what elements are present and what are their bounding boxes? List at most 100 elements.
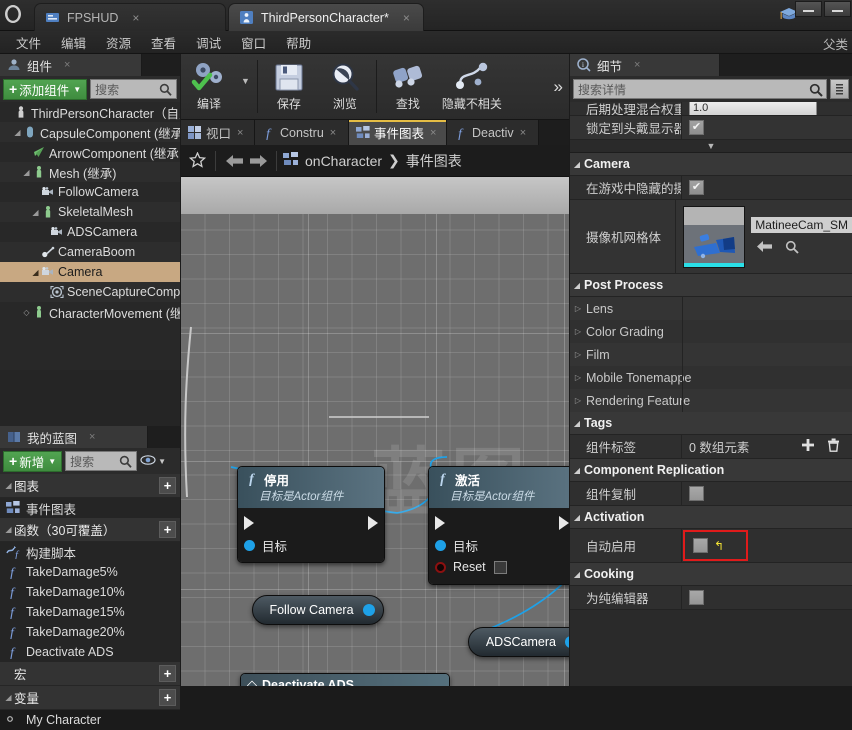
component-tree-item[interactable]: ADSCamera xyxy=(0,222,180,242)
details-category-post-process[interactable]: ◢ Post Process xyxy=(570,274,852,297)
target-input-pin[interactable] xyxy=(435,539,446,551)
add-component-button[interactable]: + 添加组件 ▼ xyxy=(3,78,88,100)
details-category-camera[interactable]: ◢ Camera xyxy=(570,153,852,176)
details-subcategory-color-grading[interactable]: ▷ Color Grading xyxy=(570,320,852,343)
browse-icon[interactable] xyxy=(785,240,799,257)
matinee-camera-thumbnail[interactable] xyxy=(683,205,746,268)
collapse-section-button[interactable]: ▼ xyxy=(570,140,852,153)
graph-node-activate[interactable]: f 激活 目标是Actor组件 目标 Reset xyxy=(428,466,569,585)
component-tree-item[interactable]: ◢ SkeletalMesh xyxy=(0,202,180,222)
expand-arrow-icon[interactable]: ▷ xyxy=(570,396,586,405)
close-icon[interactable]: × xyxy=(64,59,70,71)
my-blueprint-item[interactable]: 事件图表 xyxy=(0,498,180,518)
back-arrow-icon[interactable] xyxy=(222,149,246,173)
property-value[interactable] xyxy=(682,590,852,605)
component-tree-item[interactable]: SceneCaptureCompon xyxy=(0,282,180,302)
checkbox[interactable]: ✔ xyxy=(689,180,704,195)
expand-arrow-icon[interactable]: ▷ xyxy=(570,373,586,382)
my-blueprint-item[interactable]: f Deactivate ADS xyxy=(0,642,180,662)
expand-arrow-icon[interactable]: ◢ xyxy=(3,693,14,702)
app-tab-fpshud[interactable]: FPSHUD × xyxy=(34,3,226,31)
toolbar-save-button[interactable]: 保存 xyxy=(261,54,317,119)
graph-tab-事件图表[interactable]: 事件图表 × xyxy=(349,120,447,145)
toolbar-browse-button[interactable]: 浏览 xyxy=(317,54,373,119)
forward-arrow-icon[interactable] xyxy=(246,149,270,173)
close-icon[interactable]: × xyxy=(520,127,526,139)
details-category-cooking[interactable]: ◢ Cooking xyxy=(570,563,852,586)
target-input-pin[interactable] xyxy=(244,539,255,551)
close-icon[interactable]: × xyxy=(430,127,436,139)
expand-arrow-icon[interactable]: ▷ xyxy=(570,327,586,336)
add-element-icon[interactable] xyxy=(801,438,815,455)
visibility-filter-button[interactable]: ▼ xyxy=(140,454,166,469)
graph-tab-视口[interactable]: 视口 × xyxy=(181,120,255,145)
asset-name[interactable]: MatineeCam_SM xyxy=(751,216,852,233)
details-search-input[interactable]: 搜索详情 xyxy=(573,79,827,99)
reset-input-pin[interactable] xyxy=(435,561,446,573)
property-value[interactable]: 1.0 xyxy=(682,102,852,115)
expand-arrow-icon[interactable]: ◢ xyxy=(30,268,41,277)
menu-file[interactable]: 文件 xyxy=(6,31,51,54)
graph-tab-Constru[interactable]: f Constru × xyxy=(255,120,349,145)
add-item-button[interactable]: + xyxy=(159,477,176,494)
close-icon[interactable]: × xyxy=(403,11,410,25)
details-subcategory-rendering-feature[interactable]: ▷ Rendering Feature xyxy=(570,389,852,412)
expand-arrow-icon[interactable]: ◢ xyxy=(30,208,41,217)
maximize-button[interactable] xyxy=(824,1,851,17)
component-tree-item[interactable]: ◢ Mesh (继承) xyxy=(0,162,180,182)
close-icon[interactable]: × xyxy=(634,59,640,71)
close-icon[interactable]: × xyxy=(237,127,243,139)
breadcrumb-part-0[interactable]: onCharacter xyxy=(305,153,382,169)
my-blueprint-section-header[interactable]: ◢ 图表 + xyxy=(0,474,180,498)
toolbar-hide-unrelated-button[interactable]: 隐藏不相关 xyxy=(436,54,508,119)
add-item-button[interactable]: + xyxy=(159,665,176,682)
close-icon[interactable]: × xyxy=(330,127,336,139)
add-new-button[interactable]: + 新增 ▼ xyxy=(3,450,63,472)
component-tree-item[interactable]: ◢ CapsuleComponent (继承 xyxy=(0,122,180,142)
graph-node-ads-camera[interactable]: ADSCamera xyxy=(468,627,569,657)
expand-arrow-icon[interactable]: ◢ xyxy=(570,281,584,290)
property-value[interactable]: 0 数组元素 xyxy=(682,437,852,456)
checkbox[interactable]: ✔ xyxy=(689,120,704,135)
add-item-button[interactable]: + xyxy=(159,689,176,706)
node-exec-pins[interactable] xyxy=(238,512,384,534)
components-tree[interactable]: ThirdPersonCharacter（自身 ◢ CapsuleComponent… xyxy=(0,102,180,370)
menu-view[interactable]: 查看 xyxy=(141,31,186,54)
my-blueprint-item[interactable]: f TakeDamage10% xyxy=(0,582,180,602)
my-blueprint-section-header[interactable]: 宏 + xyxy=(0,662,180,686)
details-subcategory-lens[interactable]: ▷ Lens xyxy=(570,297,852,320)
expand-arrow-icon[interactable]: ◢ xyxy=(12,128,23,137)
checkbox[interactable] xyxy=(689,486,704,501)
my-blueprint-item[interactable]: My Character xyxy=(0,710,180,730)
menu-asset[interactable]: 资源 xyxy=(96,31,141,54)
node-reset-pin-row[interactable]: Reset xyxy=(429,556,569,578)
my-blueprint-search-input[interactable]: 搜索 xyxy=(65,451,138,471)
back-arrow-icon[interactable] xyxy=(757,240,773,257)
my-blueprint-item[interactable]: f TakeDamage20% xyxy=(0,622,180,642)
tab-details[interactable]: i 细节 × xyxy=(570,54,720,76)
close-icon[interactable]: × xyxy=(89,431,95,443)
expand-arrow-icon[interactable]: ◢ xyxy=(3,525,14,534)
numeric-input[interactable]: 1.0 xyxy=(689,102,817,115)
my-blueprint-section-header[interactable]: ◢ 变量 + xyxy=(0,686,180,710)
expand-arrow-icon[interactable]: ◇ xyxy=(21,308,32,317)
exec-output-pin[interactable] xyxy=(559,516,569,530)
expand-arrow-icon[interactable]: ◢ xyxy=(570,570,584,579)
minimize-button[interactable] xyxy=(795,1,822,17)
exec-output-pin[interactable] xyxy=(368,516,378,530)
expand-arrow-icon[interactable]: ◢ xyxy=(21,168,32,177)
add-item-button[interactable]: + xyxy=(159,521,176,538)
graph-node-deactivate-ads[interactable]: ◇Deactivate ADS 目标是Third Person Characte… xyxy=(240,673,450,686)
reset-checkbox[interactable] xyxy=(493,560,507,574)
graph-node-deactivate[interactable]: f 停用 目标是Actor组件 目标 xyxy=(237,466,385,563)
node-target-pin-row[interactable]: 目标 xyxy=(238,534,384,556)
details-category-activation[interactable]: ◢ Activation xyxy=(570,506,852,529)
graph-tab-Deactiv[interactable]: f Deactiv × xyxy=(447,120,539,145)
my-blueprint-item[interactable]: f TakeDamage5% xyxy=(0,562,180,582)
expand-arrow-icon[interactable]: ◢ xyxy=(570,466,584,475)
graph-node-follow-camera[interactable]: Follow Camera xyxy=(252,595,384,625)
menu-debug[interactable]: 调试 xyxy=(186,31,231,54)
property-value[interactable] xyxy=(682,486,852,501)
component-tree-item[interactable]: ThirdPersonCharacter（自身 xyxy=(0,102,180,122)
exec-input-pin[interactable] xyxy=(244,516,254,530)
